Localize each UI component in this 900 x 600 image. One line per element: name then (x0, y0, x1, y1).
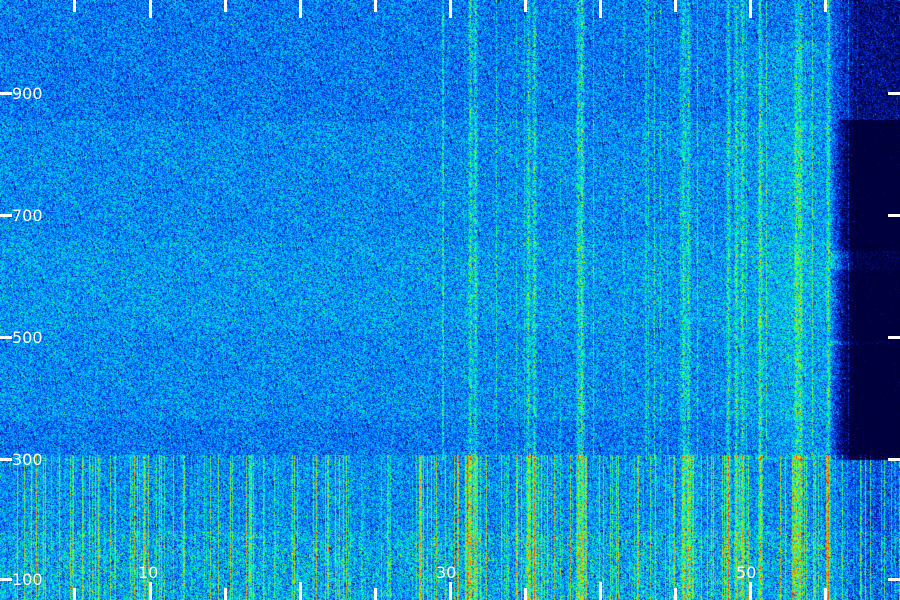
top-tick (674, 0, 677, 12)
y-tick-label: 700 (12, 206, 43, 225)
top-tick (299, 0, 302, 18)
right-tick (888, 578, 900, 581)
left-tick (0, 336, 12, 339)
left-tick (0, 458, 12, 461)
bottom-tick (749, 582, 752, 600)
right-tick (888, 458, 900, 461)
x-tick-label: 30 (436, 563, 456, 582)
bottom-tick (449, 582, 452, 600)
y-tick-label: 500 (12, 328, 43, 347)
y-tick-label: 900 (12, 84, 43, 103)
right-tick (888, 336, 900, 339)
x-tick-label: 10 (138, 563, 158, 582)
x-tick-label: 50 (736, 563, 756, 582)
bottom-tick (674, 588, 677, 600)
right-tick (888, 214, 900, 217)
bottom-tick (224, 588, 227, 600)
top-tick (149, 0, 152, 18)
bottom-tick (374, 588, 377, 600)
left-tick (0, 214, 12, 217)
bottom-tick (599, 582, 602, 600)
top-tick (449, 0, 452, 18)
top-tick (599, 0, 602, 18)
top-tick (524, 0, 527, 12)
bottom-tick (824, 588, 827, 600)
spectrogram-view: 900 700 500 300 100 10 30 50 (0, 0, 900, 600)
left-tick (0, 578, 12, 581)
bottom-tick (524, 588, 527, 600)
top-tick (824, 0, 827, 12)
bottom-tick (149, 582, 152, 600)
top-tick (224, 0, 227, 12)
axis-overlay: 900 700 500 300 100 10 30 50 (0, 0, 900, 600)
bottom-tick (299, 582, 302, 600)
y-tick-label: 100 (12, 570, 43, 589)
right-tick (888, 92, 900, 95)
y-tick-label: 300 (12, 450, 43, 469)
top-tick (749, 0, 752, 18)
top-tick (73, 0, 76, 12)
top-tick (374, 0, 377, 12)
left-tick (0, 92, 12, 95)
bottom-tick (73, 588, 76, 600)
